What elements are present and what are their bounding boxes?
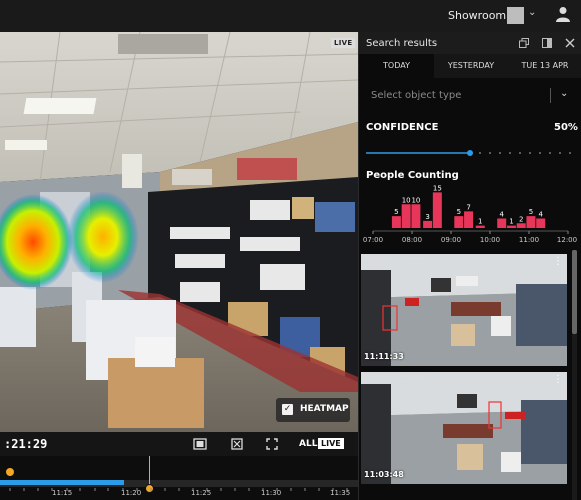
camera-frame (0, 32, 358, 432)
chart-data-label: 1 (478, 218, 482, 226)
thumbnail-time: 11:03:48 (364, 470, 404, 479)
thumbnail-meta: 2024-04-15 · Showroom 2 (364, 374, 430, 380)
chart-tick-label: 12:00 (557, 236, 577, 244)
people-counting-chart[interactable]: 510 1031557141 25 407:00 08:00 09:00 10:00 11:0… (359, 182, 581, 252)
film-strip-icon[interactable] (193, 438, 207, 450)
scrollbar-thumb[interactable] (572, 250, 577, 334)
chart-data-label: 10 (402, 196, 411, 204)
chart-data-label: 4 (499, 211, 504, 219)
chart-data-label: 15 (433, 184, 442, 192)
chart-data-label: 2 (519, 215, 523, 223)
confidence-value: 50% (554, 122, 578, 133)
chart-bar (516, 223, 526, 228)
timeline-tick-label: 11:30 (261, 489, 282, 497)
object-type-select[interactable]: Select object type ⌄ (366, 84, 576, 106)
chart-data-label: 10 (411, 196, 420, 204)
chart-bar (411, 204, 421, 228)
chart-data-label: 4 (538, 211, 543, 219)
event-marker[interactable] (6, 468, 14, 476)
timeline-tick-label: 11:25 (191, 489, 212, 497)
user-icon[interactable] (556, 6, 570, 22)
tab-date[interactable]: TUE 13 APR (508, 54, 581, 78)
timeline[interactable]: 11:15 11:20 11:25 11:30 11:35 (0, 456, 358, 500)
chart-data-label: 5 (394, 208, 398, 216)
chart-tick-label: 09:00 (441, 236, 461, 244)
search-results-panel: Search results TODAY YESTERDAY TUE 13 AP… (358, 32, 581, 500)
dropdown-divider (550, 88, 551, 103)
go-live-button[interactable]: LIVE (318, 438, 344, 449)
heatmap-toggle[interactable]: ✓ HEATMAP (276, 398, 350, 422)
timeline-tick-label: 11:15 (52, 489, 73, 497)
chart-bar (506, 225, 516, 228)
chart-bar (391, 216, 401, 228)
site-color-swatch[interactable] (507, 7, 524, 24)
results-scrollbar[interactable] (572, 250, 577, 500)
panel-header: Search results (359, 32, 581, 54)
chart-tick-label: 08:00 (402, 236, 422, 244)
player-controls: :21:29 ALL LIVE (0, 432, 358, 456)
chart-data-label: 3 (425, 213, 429, 221)
chart-bar (526, 216, 536, 228)
date-tabs: TODAY YESTERDAY TUE 13 APR (359, 54, 581, 78)
more-options-icon[interactable]: ⋮ (553, 257, 563, 267)
chart-bar (497, 218, 507, 228)
object-type-placeholder: Select object type (371, 90, 462, 101)
chevron-down-icon[interactable]: ⌄ (528, 7, 536, 18)
playback-time: :21:29 (4, 437, 48, 451)
checkbox-checked-icon[interactable]: ✓ (282, 404, 293, 415)
tab-yesterday[interactable]: YESTERDAY (434, 54, 508, 78)
heatmap-label: HEATMAP (300, 404, 349, 414)
result-thumbnail[interactable]: 2024-04-15 · Showroom 2 ⋮ 11:11:33 (361, 254, 567, 366)
thumbnail-image (361, 254, 567, 366)
chart-bar (432, 192, 442, 228)
close-icon[interactable] (565, 38, 575, 48)
chart-bar (536, 218, 546, 228)
result-thumbnail[interactable]: 2024-04-15 · Showroom 2 ⋮ 11:03:48 (361, 372, 567, 484)
recording-segment (0, 480, 124, 485)
timeline-tick-label: 11:35 (330, 489, 351, 497)
chart-data-label: 5 (457, 208, 461, 216)
live-badge: LIVE (331, 38, 356, 48)
chart-bar (401, 204, 411, 228)
top-bar: Showroom 2 ⌄ (0, 0, 581, 32)
thumbnail-meta: 2024-04-15 · Showroom 2 (364, 256, 430, 262)
thumbnail-time: 11:11:33 (364, 352, 404, 361)
chart-data-label: 5 (529, 208, 533, 216)
chart-bar (423, 220, 433, 228)
all-cameras-button[interactable]: ALL (299, 439, 317, 449)
confidence-label: CONFIDENCE (366, 122, 439, 133)
slider-handle (467, 150, 473, 156)
chart-bar (475, 225, 485, 228)
panel-title: Search results (366, 38, 438, 49)
more-options-icon[interactable]: ⋮ (553, 375, 563, 385)
panel-layout-icon[interactable] (542, 38, 552, 48)
chart-tick-label: 11:00 (519, 236, 539, 244)
fullscreen-icon[interactable] (266, 438, 278, 450)
layers-icon[interactable] (519, 38, 529, 48)
snapshot-icon[interactable] (231, 438, 243, 450)
thumbnail-image (361, 372, 567, 484)
chart-tick-label: 07:00 (363, 236, 383, 244)
chevron-down-icon[interactable]: ⌄ (560, 88, 568, 99)
people-counting-title: People Counting (366, 170, 459, 181)
chart-data-label: 1 (509, 218, 513, 226)
camera-view[interactable]: LIVE ✓ HEATMAP (0, 32, 358, 432)
tab-today[interactable]: TODAY (359, 54, 434, 78)
chart-data-label: 7 (466, 203, 470, 211)
confidence-slider[interactable] (366, 150, 574, 156)
chart-bar (464, 211, 474, 228)
timeline-tick-label: 11:20 (121, 489, 142, 497)
chart-tick-label: 10:00 (480, 236, 500, 244)
chart-bar (454, 216, 464, 228)
